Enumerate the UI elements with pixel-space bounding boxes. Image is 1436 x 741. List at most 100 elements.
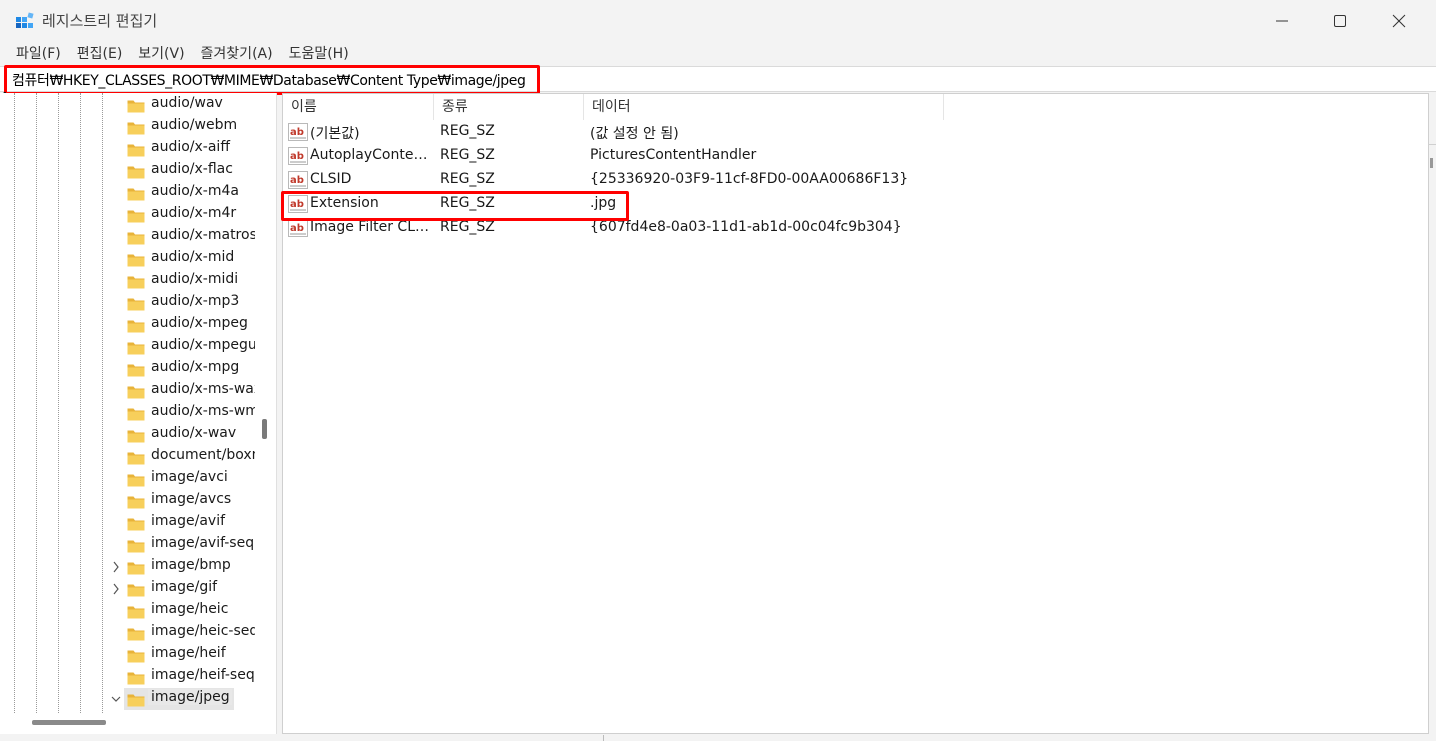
tree-item[interactable]: image/heic bbox=[0, 600, 256, 622]
tree-item[interactable]: audio/x-ms-wma bbox=[0, 402, 256, 424]
tree-item[interactable]: image/bmp bbox=[0, 556, 256, 578]
tree-horizontal-scrollbar-thumb[interactable] bbox=[32, 720, 106, 725]
tree-item[interactable]: image/avif-sequence bbox=[0, 534, 256, 556]
minimize-button[interactable] bbox=[1252, 0, 1312, 42]
tree-item-label: audio/x-wav bbox=[151, 425, 237, 441]
menu-help[interactable]: 도움말(H) bbox=[281, 42, 357, 66]
column-header-type[interactable]: 종류 bbox=[434, 94, 584, 120]
extension-row-highlight-box bbox=[281, 191, 629, 221]
tree-item[interactable]: image/avif bbox=[0, 512, 256, 534]
value-row[interactable]: ab AutoplayContentTypeHandler REG_SZ Pictur… bbox=[283, 144, 983, 168]
menu-file[interactable]: 파일(F) bbox=[0, 42, 69, 66]
folder-icon bbox=[127, 584, 145, 597]
folder-icon bbox=[127, 430, 145, 443]
tree-item[interactable]: audio/x-wav bbox=[0, 424, 256, 446]
tree-vertical-scrollbar-thumb[interactable] bbox=[262, 419, 267, 439]
folder-icon bbox=[127, 408, 145, 421]
value-row[interactable]: ab (기본값) REG_SZ (값 설정 안 됨) bbox=[283, 120, 983, 144]
value-name: (기본값) bbox=[310, 126, 360, 142]
tree-item-label: image/avcs bbox=[151, 491, 232, 507]
folder-icon bbox=[127, 100, 145, 113]
tree-item-label: audio/x-ms-wma bbox=[151, 403, 255, 419]
value-type: REG_SZ bbox=[440, 219, 495, 235]
tree-item[interactable]: audio/x-flac bbox=[0, 160, 256, 182]
tree-pane[interactable]: audio/wav audio/webm audio/x-aiff audio/x-f… bbox=[0, 93, 277, 741]
folder-icon bbox=[127, 386, 145, 399]
tree-item[interactable]: image/heic-sequence bbox=[0, 622, 256, 644]
tree-item-label: image/avif bbox=[151, 513, 226, 529]
tree-item-label: image/heif bbox=[151, 645, 226, 661]
menu-edit[interactable]: 편집(E) bbox=[69, 42, 131, 66]
folder-icon bbox=[127, 562, 145, 575]
tree-item-label: document/boxnote bbox=[151, 447, 255, 463]
folder-icon bbox=[127, 540, 145, 553]
tree-item[interactable]: audio/x-m4a bbox=[0, 182, 256, 204]
close-icon bbox=[1392, 14, 1406, 28]
svg-text:ab: ab bbox=[290, 223, 304, 234]
tree-item-label: audio/x-ms-wax bbox=[151, 381, 255, 397]
value-data: {25336920-03F9-11cf-8FD0-00AA00686F13} bbox=[590, 171, 909, 187]
menu-favorites[interactable]: 즐겨찾기(A) bbox=[193, 42, 281, 66]
folder-icon bbox=[127, 606, 145, 619]
value-data: PicturesContentHandler bbox=[590, 147, 757, 163]
folder-icon bbox=[127, 210, 145, 223]
tree-item-label: audio/webm bbox=[151, 117, 238, 133]
tree-item[interactable]: audio/x-matroska bbox=[0, 226, 256, 248]
tree-item[interactable]: audio/x-mpegurl bbox=[0, 336, 256, 358]
minimize-icon bbox=[1276, 20, 1288, 22]
tree-item[interactable]: document/boxnote bbox=[0, 446, 256, 468]
tree-item[interactable]: audio/x-ms-wax bbox=[0, 380, 256, 402]
column-header-data[interactable]: 데이터 bbox=[584, 94, 944, 120]
menu-view[interactable]: 보기(V) bbox=[130, 42, 192, 66]
edge-divider bbox=[1428, 144, 1436, 145]
address-highlight-box bbox=[4, 65, 540, 95]
tree-item[interactable]: audio/x-mpg bbox=[0, 358, 256, 380]
tree-item[interactable]: image/gif bbox=[0, 578, 256, 600]
folder-icon bbox=[127, 628, 145, 641]
status-strip bbox=[0, 734, 1436, 741]
tree-item-label: audio/wav bbox=[151, 95, 223, 111]
values-list-pane[interactable]: 이름 종류 데이터 ab (기본값) REG_SZ (값 설정 안 됨) ab Autop… bbox=[282, 93, 1429, 734]
tree-item[interactable]: audio/wav bbox=[0, 94, 256, 116]
tree-item-label: image/avci bbox=[151, 469, 228, 485]
folder-icon bbox=[127, 188, 145, 201]
tree-item-label: audio/x-matroska bbox=[151, 227, 255, 243]
tree-item[interactable]: image/heif-sequence bbox=[0, 666, 256, 688]
tree-item-label: audio/x-mid bbox=[151, 249, 235, 265]
close-button[interactable] bbox=[1369, 0, 1429, 42]
tree-item[interactable]: audio/x-aiff bbox=[0, 138, 256, 160]
tree-item[interactable]: audio/x-mpeg bbox=[0, 314, 256, 336]
menu-bar: 파일(F) 편집(E) 보기(V) 즐겨찾기(A) 도움말(H) bbox=[0, 42, 357, 66]
chevron-right-icon[interactable] bbox=[110, 560, 122, 574]
value-type: REG_SZ bbox=[440, 123, 495, 139]
chevron-right-icon[interactable] bbox=[110, 582, 122, 596]
value-data: (값 설정 안 됨) bbox=[590, 126, 679, 142]
tree-item-label: audio/x-m4a bbox=[151, 183, 239, 199]
column-header-name[interactable]: 이름 bbox=[283, 94, 434, 120]
string-value-icon: ab bbox=[288, 123, 308, 141]
tree-item[interactable]: audio/webm bbox=[0, 116, 256, 138]
tree-item[interactable]: audio/x-midi bbox=[0, 270, 256, 292]
tree-item-label: audio/x-mpg bbox=[151, 359, 240, 375]
tree-item-label: image/bmp bbox=[151, 557, 231, 573]
tree-item[interactable]: image/heif bbox=[0, 644, 256, 666]
chevron-down-icon[interactable] bbox=[110, 692, 122, 706]
tree-item[interactable]: image/avci bbox=[0, 468, 256, 490]
tree-item-label: audio/x-midi bbox=[151, 271, 239, 287]
tree-item[interactable]: audio/x-mp3 bbox=[0, 292, 256, 314]
tree-item[interactable]: audio/x-m4r bbox=[0, 204, 256, 226]
maximize-button[interactable] bbox=[1310, 0, 1370, 42]
tree-item[interactable]: image/jpeg bbox=[0, 688, 256, 710]
window-right-edge bbox=[1429, 93, 1436, 741]
tree-item-label: audio/x-mp3 bbox=[151, 293, 240, 309]
folder-icon bbox=[127, 320, 145, 333]
tree-item[interactable]: image/avcs bbox=[0, 490, 256, 512]
tree-item[interactable]: audio/x-mid bbox=[0, 248, 256, 270]
folder-icon bbox=[127, 452, 145, 465]
value-type: REG_SZ bbox=[440, 171, 495, 187]
string-value-icon: ab bbox=[288, 147, 308, 165]
folder-icon bbox=[127, 518, 145, 531]
string-value-icon: ab bbox=[288, 171, 308, 189]
value-row[interactable]: ab CLSID REG_SZ {25336920-03F9-11cf-8FD0-00… bbox=[283, 168, 983, 192]
folder-icon bbox=[127, 496, 145, 509]
